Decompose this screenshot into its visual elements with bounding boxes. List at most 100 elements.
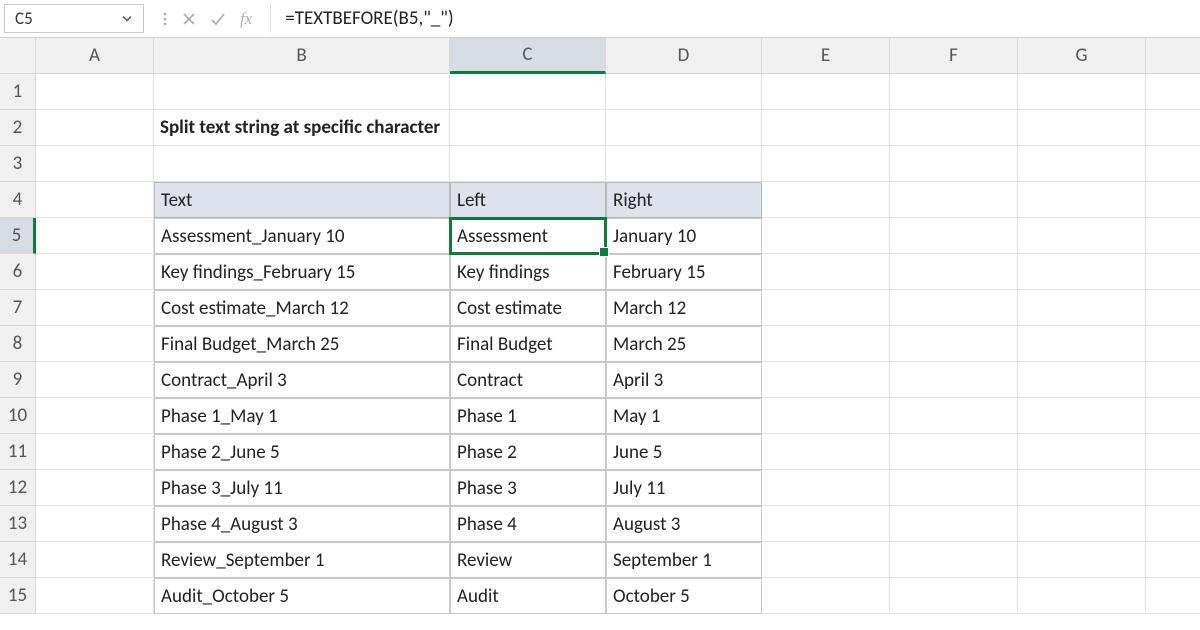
cell-B10[interactable]: Phase 1_May 1 [154, 398, 450, 434]
cell-E15[interactable] [762, 578, 890, 614]
cell-E12[interactable] [762, 470, 890, 506]
cell-C14[interactable]: Review [450, 542, 606, 578]
cell-B15[interactable]: Audit_October 5 [154, 578, 450, 614]
cell-F13[interactable] [890, 506, 1018, 542]
cell-F11[interactable] [890, 434, 1018, 470]
cell-G15[interactable] [1018, 578, 1146, 614]
cell-E5[interactable] [762, 218, 890, 254]
cell-E6[interactable] [762, 254, 890, 290]
enter-formula-icon[interactable] [210, 12, 226, 26]
cell-H10[interactable] [1146, 398, 1200, 434]
cell-G8[interactable] [1018, 326, 1146, 362]
cell-A1[interactable] [36, 74, 154, 110]
cell-C12[interactable]: Phase 3 [450, 470, 606, 506]
cell-D1[interactable] [606, 74, 762, 110]
cell-D12[interactable]: July 11 [606, 470, 762, 506]
cell-C13[interactable]: Phase 4 [450, 506, 606, 542]
row-header-1[interactable]: 1 [0, 74, 36, 110]
cell-E11[interactable] [762, 434, 890, 470]
cell-C4[interactable]: Left [450, 182, 606, 218]
cell-D8[interactable]: March 25 [606, 326, 762, 362]
cell-G12[interactable] [1018, 470, 1146, 506]
select-all-corner[interactable] [0, 38, 36, 74]
cell-G2[interactable] [1018, 110, 1146, 146]
cell-E2[interactable] [762, 110, 890, 146]
cell-A4[interactable] [36, 182, 154, 218]
cell-G9[interactable] [1018, 362, 1146, 398]
cell-A2[interactable] [36, 110, 154, 146]
cell-G7[interactable] [1018, 290, 1146, 326]
cell-G11[interactable] [1018, 434, 1146, 470]
cell-A13[interactable] [36, 506, 154, 542]
cell-G6[interactable] [1018, 254, 1146, 290]
cell-B7[interactable]: Cost estimate_March 12 [154, 290, 450, 326]
cell-A9[interactable] [36, 362, 154, 398]
cell-A14[interactable] [36, 542, 154, 578]
cell-H3[interactable] [1146, 146, 1200, 182]
cell-F5[interactable] [890, 218, 1018, 254]
cell-B8[interactable]: Final Budget_March 25 [154, 326, 450, 362]
cell-H7[interactable] [1146, 290, 1200, 326]
cell-B3[interactable] [154, 146, 450, 182]
cell-B6[interactable]: Key findings_February 15 [154, 254, 450, 290]
cell-C2[interactable] [450, 110, 606, 146]
cell-B9[interactable]: Contract_April 3 [154, 362, 450, 398]
cell-F7[interactable] [890, 290, 1018, 326]
cell-D15[interactable]: October 5 [606, 578, 762, 614]
insert-function-icon[interactable]: fx [240, 9, 252, 29]
cell-E4[interactable] [762, 182, 890, 218]
cell-H2[interactable] [1146, 110, 1200, 146]
cell-A3[interactable] [36, 146, 154, 182]
cell-E8[interactable] [762, 326, 890, 362]
cell-A5[interactable] [36, 218, 154, 254]
column-header-C[interactable]: C [450, 38, 606, 74]
cell-D6[interactable]: February 15 [606, 254, 762, 290]
cell-B5[interactable]: Assessment_January 10 [154, 218, 450, 254]
chevron-down-icon[interactable] [121, 8, 133, 29]
row-header-8[interactable]: 8 [0, 326, 36, 362]
cell-C9[interactable]: Contract [450, 362, 606, 398]
row-header-15[interactable]: 15 [0, 578, 36, 614]
cell-C10[interactable]: Phase 1 [450, 398, 606, 434]
cell-F8[interactable] [890, 326, 1018, 362]
row-header-12[interactable]: 12 [0, 470, 36, 506]
column-header-G[interactable]: G [1018, 38, 1146, 74]
cell-C15[interactable]: Audit [450, 578, 606, 614]
cell-D13[interactable]: August 3 [606, 506, 762, 542]
row-header-10[interactable]: 10 [0, 398, 36, 434]
cell-E9[interactable] [762, 362, 890, 398]
cell-H6[interactable] [1146, 254, 1200, 290]
row-header-2[interactable]: 2 [0, 110, 36, 146]
row-header-6[interactable]: 6 [0, 254, 36, 290]
cell-D7[interactable]: March 12 [606, 290, 762, 326]
column-header-A[interactable]: A [36, 38, 154, 74]
column-header-B[interactable]: B [154, 38, 450, 74]
cell-H15[interactable] [1146, 578, 1200, 614]
cell-C6[interactable]: Key findings [450, 254, 606, 290]
cell-A12[interactable] [36, 470, 154, 506]
cell-H5[interactable] [1146, 218, 1200, 254]
cell-E13[interactable] [762, 506, 890, 542]
cell-H1[interactable] [1146, 74, 1200, 110]
name-box[interactable]: C5 [4, 4, 144, 33]
cell-C1[interactable] [450, 74, 606, 110]
cell-H11[interactable] [1146, 434, 1200, 470]
cell-D5[interactable]: January 10 [606, 218, 762, 254]
cell-E3[interactable] [762, 146, 890, 182]
cell-F1[interactable] [890, 74, 1018, 110]
cell-D11[interactable]: June 5 [606, 434, 762, 470]
cell-F14[interactable] [890, 542, 1018, 578]
cell-F12[interactable] [890, 470, 1018, 506]
cell-G1[interactable] [1018, 74, 1146, 110]
column-header-E[interactable]: E [762, 38, 890, 74]
cell-F10[interactable] [890, 398, 1018, 434]
cell-H14[interactable] [1146, 542, 1200, 578]
cell-B2[interactable]: Split text string at specific character [154, 110, 450, 146]
cell-F3[interactable] [890, 146, 1018, 182]
cell-H4[interactable] [1146, 182, 1200, 218]
cell-B1[interactable] [154, 74, 450, 110]
cell-F4[interactable] [890, 182, 1018, 218]
cell-B12[interactable]: Phase 3_July 11 [154, 470, 450, 506]
cell-G4[interactable] [1018, 182, 1146, 218]
row-header-13[interactable]: 13 [0, 506, 36, 542]
